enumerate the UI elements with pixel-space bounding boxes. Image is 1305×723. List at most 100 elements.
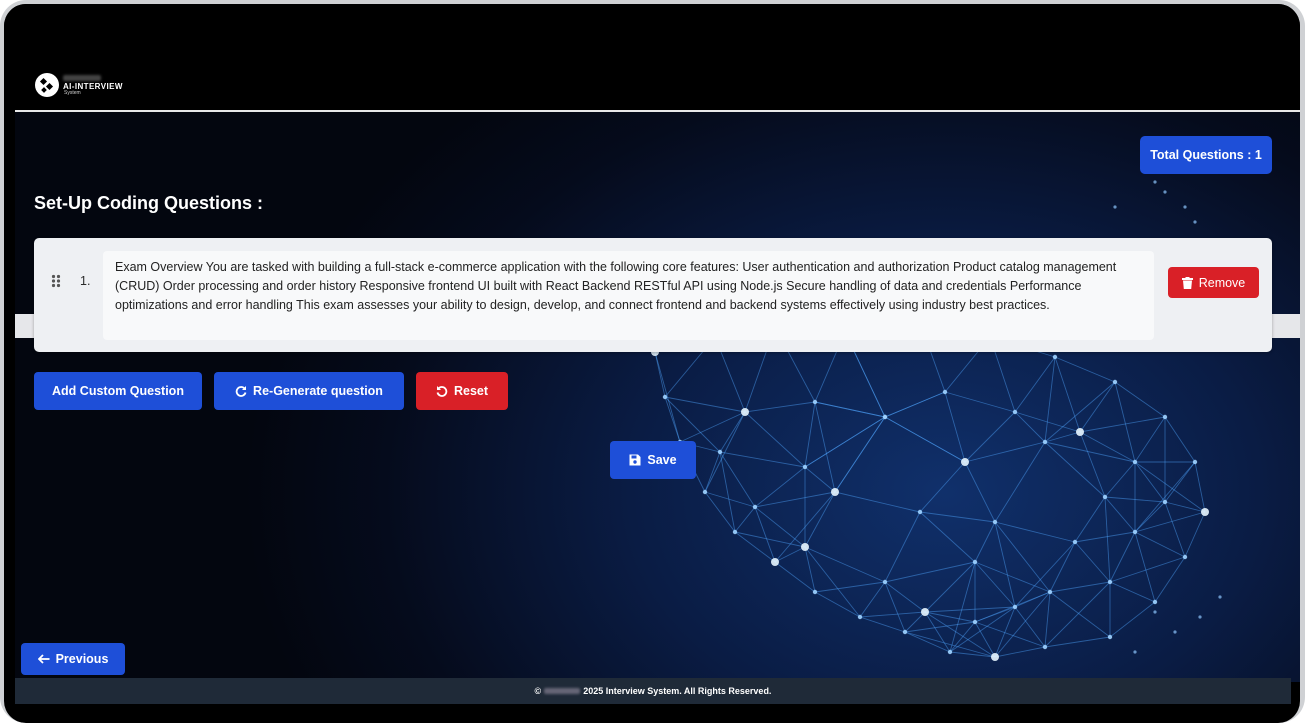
network-line — [1054, 356, 1116, 383]
network-line — [1134, 531, 1156, 603]
network-line — [1044, 591, 1051, 648]
network-node — [1201, 508, 1209, 516]
network-node — [732, 529, 738, 535]
refresh-icon — [235, 386, 247, 397]
network-line — [734, 506, 756, 533]
network-line — [1074, 531, 1136, 543]
screen: AI-INTERVIEW System Total Questions : 1 … — [4, 4, 1300, 723]
network-node — [741, 408, 749, 416]
network-node — [1132, 529, 1138, 535]
network-node — [1182, 554, 1188, 560]
network-line — [1109, 581, 1156, 603]
network-line — [1164, 461, 1196, 503]
network-line — [964, 411, 1016, 463]
network-line — [1049, 591, 1111, 638]
network-dot — [1153, 180, 1157, 184]
network-node — [1052, 354, 1058, 360]
network-line — [964, 461, 996, 523]
network-line — [654, 351, 666, 398]
network-line — [804, 491, 836, 548]
main-content: Total Questions : 1 Set-Up Coding Questi… — [15, 112, 1300, 682]
network-node — [1162, 499, 1168, 505]
network-line — [1079, 416, 1166, 433]
add-custom-question-button[interactable]: Add Custom Question — [34, 372, 202, 410]
logo-icon — [35, 73, 59, 97]
network-line — [944, 391, 1016, 413]
network-line — [919, 461, 966, 513]
remove-question-button[interactable]: Remove — [1168, 267, 1259, 298]
question-card: 1. Exam Overview You are tasked with bui… — [34, 238, 1272, 352]
network-node — [752, 504, 758, 510]
network-node — [917, 509, 923, 515]
network-line — [919, 511, 996, 523]
network-line — [884, 391, 946, 418]
network-node — [947, 649, 953, 655]
network-line — [804, 546, 886, 583]
network-node — [662, 394, 668, 400]
save-label: Save — [647, 453, 677, 467]
network-node — [1162, 414, 1168, 420]
network-line — [994, 606, 1016, 658]
network-line — [949, 561, 976, 653]
network-node — [991, 653, 999, 661]
network-node — [1042, 439, 1048, 445]
network-node — [1107, 634, 1113, 640]
regenerate-question-button[interactable]: Re-Generate question — [214, 372, 404, 410]
network-dot — [1198, 615, 1202, 619]
question-number: 1. — [80, 274, 91, 288]
network-line — [1109, 601, 1156, 638]
network-line — [924, 561, 976, 613]
device-frame: AI-INTERVIEW System Total Questions : 1 … — [0, 0, 1305, 723]
logo-subtitle: System — [64, 89, 81, 96]
network-node — [921, 608, 929, 616]
grip-icon[interactable] — [51, 274, 61, 288]
save-icon — [629, 454, 641, 466]
previous-label: Previous — [55, 652, 109, 666]
network-line — [1154, 556, 1186, 603]
network-line — [1079, 431, 1136, 463]
network-node — [1102, 494, 1108, 500]
undo-icon — [436, 386, 448, 397]
reset-label: Reset — [453, 384, 489, 398]
network-node — [1076, 428, 1084, 436]
network-line — [704, 491, 736, 533]
network-line — [964, 441, 1046, 463]
network-node — [802, 464, 808, 470]
network-line — [1044, 636, 1111, 648]
network-line — [1044, 581, 1111, 648]
network-node — [972, 619, 978, 625]
network-node — [812, 399, 818, 405]
app-logo[interactable]: AI-INTERVIEW System — [34, 72, 123, 98]
network-dot — [1183, 205, 1187, 209]
network-dot — [1153, 610, 1157, 614]
network-line — [814, 581, 886, 593]
network-node — [1072, 539, 1078, 545]
network-line — [1074, 496, 1106, 543]
network-line — [944, 391, 966, 463]
save-button[interactable]: Save — [610, 441, 696, 479]
network-line — [1104, 496, 1136, 533]
network-line — [744, 411, 806, 468]
network-line — [994, 521, 1076, 543]
network-node — [801, 543, 809, 551]
network-line — [1164, 501, 1206, 513]
reset-button[interactable]: Reset — [416, 372, 508, 410]
network-line — [974, 521, 996, 563]
add-custom-question-label: Add Custom Question — [52, 384, 184, 398]
network-line — [719, 451, 806, 468]
network-line — [1079, 431, 1106, 498]
network-dot — [1163, 190, 1167, 194]
network-line — [664, 396, 681, 443]
question-text-field[interactable]: Exam Overview You are tasked with buildi… — [103, 251, 1154, 340]
previous-button[interactable]: Previous — [21, 643, 125, 675]
network-line — [1194, 461, 1206, 513]
network-node — [1012, 409, 1018, 415]
network-line — [814, 591, 861, 618]
network-line — [704, 451, 721, 493]
network-line — [834, 491, 921, 513]
network-node — [882, 579, 888, 585]
network-line — [859, 611, 926, 618]
footer: © 2025 Interview System. All Rights Rese… — [15, 678, 1291, 704]
network-line — [804, 401, 816, 468]
regenerate-question-label: Re-Generate question — [253, 384, 383, 398]
